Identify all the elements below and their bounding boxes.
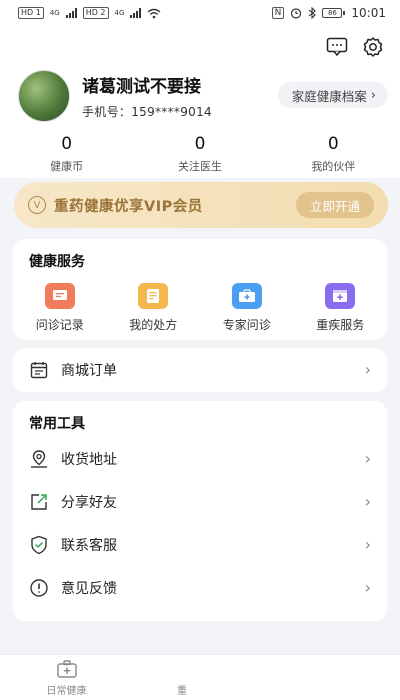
profile-header: 诸葛测试不要接 手机号：159****9014 家庭健康档案 › 0 健康币 0… (0, 26, 400, 178)
chevron-right-icon: › (364, 578, 371, 597)
tool-feedback[interactable]: 意见反馈 › (13, 566, 387, 609)
share-icon (29, 492, 49, 512)
expert-consult-icon (231, 283, 262, 309)
health-services-card: 健康服务 问诊记录 我的处方 专家问诊 重疾服务 (13, 239, 387, 340)
tools-card: 常用工具 收货地址 › 分享好友 › 联系客服 › 意见反馈 › (13, 401, 387, 621)
user-profile[interactable]: 诸葛测试不要接 手机号：159****9014 (18, 70, 212, 122)
sim1-indicator: HD 1 (18, 7, 44, 19)
vip-banner[interactable]: V 重药健康优享VIP会员 立即开通 (14, 182, 388, 228)
avatar[interactable] (18, 70, 70, 122)
tool-shipping-address[interactable]: 收货地址 › (13, 437, 387, 480)
service-critical-illness[interactable]: 重疾服务 (294, 283, 388, 333)
stats-row: 0 健康币 0 关注医生 0 我的伙伴 (0, 134, 400, 174)
status-bar: HD 1 4G HD 2 4G N 86 10:01 (0, 0, 400, 26)
tool-customer-service[interactable]: 联系客服 › (13, 523, 387, 566)
settings-icon[interactable] (362, 36, 384, 58)
stat-health-coins[interactable]: 0 健康币 (0, 134, 133, 174)
prescription-icon (138, 283, 169, 309)
vip-text: 重药健康优享VIP会员 (54, 198, 203, 215)
tab-daily-health[interactable]: 日常健康 (0, 655, 133, 700)
bluetooth-icon (309, 7, 317, 19)
sim2-indicator: HD 2 (82, 7, 109, 19)
signal-icon (130, 8, 142, 18)
section-title: 健康服务 (29, 254, 85, 270)
section-title: 常用工具 (29, 416, 85, 432)
clock: 10:01 (351, 6, 386, 20)
mall-order-row[interactable]: 商城订单 › (13, 348, 387, 391)
family-health-record-button[interactable]: 家庭健康档案 › (277, 82, 388, 108)
consult-record-icon (44, 283, 75, 309)
tool-share-friends[interactable]: 分享好友 › (13, 480, 387, 523)
service-expert-consult[interactable]: 专家问诊 (200, 283, 294, 333)
alarm-icon (291, 8, 302, 19)
chevron-right-icon: › (364, 360, 371, 379)
user-phone: 手机号：159****9014 (82, 105, 212, 119)
service-prescription[interactable]: 我的处方 (107, 283, 201, 333)
mall-order-card: 商城订单 › (13, 348, 387, 392)
chevron-right-icon: › (364, 449, 371, 468)
calendar-icon (29, 360, 49, 380)
chevron-right-icon: › (370, 87, 376, 103)
location-icon (29, 449, 49, 469)
vip-badge-icon: V (28, 196, 46, 214)
vip-activate-button[interactable]: 立即开通 (295, 192, 374, 218)
wifi-icon (147, 8, 161, 18)
chevron-right-icon: › (364, 492, 371, 511)
chevron-right-icon: › (364, 535, 371, 554)
stat-my-partners[interactable]: 0 我的伙伴 (267, 134, 400, 174)
signal-icon (65, 8, 77, 18)
medical-kit-icon (56, 660, 77, 678)
shield-icon (29, 535, 49, 555)
battery-icon: 86 (322, 8, 346, 18)
feedback-icon (29, 578, 49, 598)
tab-critical[interactable]: 重 (133, 655, 266, 700)
critical-illness-icon (325, 283, 356, 309)
nfc-icon: N (271, 7, 285, 19)
user-name: 诸葛测试不要接 (82, 77, 201, 97)
message-icon[interactable] (326, 36, 348, 58)
service-consult-record[interactable]: 问诊记录 (13, 283, 107, 333)
stat-followed-doctors[interactable]: 0 关注医生 (133, 134, 266, 174)
bottom-tab-bar: 日常健康 重 (0, 654, 400, 700)
